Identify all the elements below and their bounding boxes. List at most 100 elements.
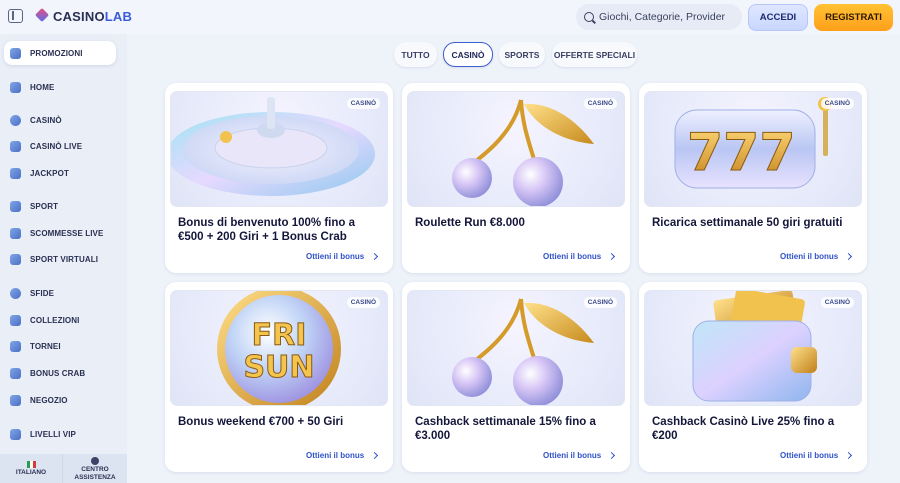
promo-title: Bonus weekend €700 + 50 Giri bbox=[178, 416, 344, 428]
promotions-icon bbox=[10, 47, 21, 59]
sidebar-item-label: JACKPOT bbox=[30, 168, 69, 178]
get-bonus-link[interactable]: Ottieni il bonus bbox=[780, 252, 853, 261]
sidebar-item-livelli-vip[interactable]: LIVELLI VIP bbox=[10, 426, 76, 442]
sidebar-item-label: NEGOZIO bbox=[30, 395, 68, 405]
language-label: ITALIANO bbox=[15, 469, 47, 476]
search-box[interactable] bbox=[576, 4, 742, 30]
help-center-button[interactable]: CENTRO ASSISTENZA bbox=[63, 454, 127, 483]
home-icon bbox=[10, 81, 21, 93]
search-icon bbox=[584, 12, 594, 22]
promo-card[interactable]: CASINÒ Roulette Run €8.000 Ottieni il bo… bbox=[402, 83, 630, 273]
sidebar-item-negozio[interactable]: NEGOZIO bbox=[10, 392, 68, 408]
sidebar-toggle-icon[interactable] bbox=[8, 9, 23, 23]
category-badge: CASINÒ bbox=[346, 98, 380, 109]
sidebar-item-label: SCOMMESSE LIVE bbox=[30, 228, 104, 238]
language-selector[interactable]: ITALIANO bbox=[0, 454, 63, 483]
sidebar-item-scommesse-live[interactable]: SCOMMESSE LIVE bbox=[10, 225, 103, 241]
casino-chip-icon bbox=[10, 114, 21, 126]
logo-text: CASINOLAB bbox=[53, 9, 132, 24]
jackpot-icon bbox=[10, 167, 21, 179]
search-input[interactable] bbox=[599, 11, 729, 23]
sidebar-item-label: PROMOZIONI bbox=[30, 48, 83, 58]
top-bar: CASINOLAB ACCEDI REGISTRATI bbox=[0, 0, 900, 34]
logo-accent: LAB bbox=[104, 8, 133, 24]
login-button[interactable]: ACCEDI bbox=[748, 4, 808, 31]
italy-flag-icon bbox=[26, 461, 36, 468]
get-bonus-link[interactable]: Ottieni il bonus bbox=[543, 252, 616, 261]
sidebar-item-sport[interactable]: SPORT bbox=[10, 198, 58, 214]
cherries-icon bbox=[452, 99, 594, 206]
help-label-1: CENTRO bbox=[81, 465, 109, 473]
promo-card[interactable]: FRI SUN CASINÒ Bonus weekend €700 + 50 G… bbox=[165, 282, 393, 472]
sidebar-item-promozioni[interactable]: PROMOZIONI bbox=[4, 41, 116, 65]
sidebar-item-casino[interactable]: CASINÒ bbox=[10, 112, 62, 128]
sidebar-item-label: BONUS CRAB bbox=[30, 368, 86, 378]
tab-casino[interactable]: CASINÒ bbox=[443, 42, 493, 67]
chevron-right-icon bbox=[845, 252, 853, 261]
category-badge: CASINÒ bbox=[820, 297, 854, 308]
slot-777-icon: 777 bbox=[674, 97, 832, 189]
get-bonus-label: Ottieni il bonus bbox=[780, 252, 839, 261]
help-label-2: ASSISTENZA bbox=[74, 473, 116, 481]
sidebar-item-label: SFIDE bbox=[30, 288, 55, 298]
collections-icon bbox=[10, 314, 21, 326]
tab-tutto[interactable]: TUTTO bbox=[394, 42, 437, 67]
sidebar-item-jackpot[interactable]: JACKPOT bbox=[10, 165, 69, 181]
live-bets-icon bbox=[10, 227, 21, 239]
virtual-sport-icon bbox=[10, 253, 21, 265]
promo-card[interactable]: CASINÒ Bonus di benvenuto 100% fino a €5… bbox=[165, 83, 393, 273]
chevron-right-icon bbox=[371, 252, 379, 261]
sidebar-item-sport-virtuali[interactable]: SPORT VIRTUALI bbox=[10, 251, 98, 267]
promo-title: Roulette Run €8.000 bbox=[415, 217, 525, 229]
coin-text-fri: FRI bbox=[252, 318, 307, 353]
get-bonus-link[interactable]: Ottieni il bonus bbox=[306, 451, 379, 460]
tab-offerte-speciali[interactable]: OFFERTE SPECIALI bbox=[552, 42, 637, 67]
logo-main: CASINO bbox=[53, 8, 105, 24]
category-badge: CASINÒ bbox=[346, 297, 380, 308]
get-bonus-link[interactable]: Ottieni il bonus bbox=[543, 451, 616, 460]
trophy-icon bbox=[10, 340, 21, 352]
sidebar-item-tornei[interactable]: TORNEI bbox=[10, 338, 61, 354]
promo-image: FRI SUN CASINÒ bbox=[170, 290, 388, 406]
roulette-wheel-icon bbox=[171, 97, 375, 196]
promo-title: Cashback settimanale 15% fino a €3.000 bbox=[415, 416, 596, 442]
chevron-right-icon bbox=[608, 252, 616, 261]
category-badge: CASINÒ bbox=[583, 297, 617, 308]
chevron-right-icon bbox=[608, 451, 616, 460]
promo-image: CASINÒ bbox=[407, 290, 625, 406]
sidebar-item-label: HOME bbox=[30, 82, 55, 92]
promo-card[interactable]: CASINÒ Cashback Casinò Live 25% fino a €… bbox=[639, 282, 867, 472]
category-badge: CASINÒ bbox=[820, 98, 854, 109]
sidebar-item-bonus-crab[interactable]: BONUS CRAB bbox=[10, 365, 85, 381]
promo-card[interactable]: 777 CASINÒ Ricarica settimanale 50 giri … bbox=[639, 83, 867, 273]
sidebar-item-label: SPORT bbox=[30, 201, 59, 211]
register-button[interactable]: REGISTRATI bbox=[814, 4, 893, 31]
promo-image: CASINÒ bbox=[170, 91, 388, 207]
get-bonus-label: Ottieni il bonus bbox=[543, 451, 602, 460]
promo-image: CASINÒ bbox=[644, 290, 862, 406]
sidebar-item-casino-live[interactable]: CASINÒ LIVE bbox=[10, 138, 82, 154]
logo[interactable]: CASINOLAB bbox=[34, 8, 132, 24]
cherries-icon bbox=[452, 298, 594, 405]
wallet-icon bbox=[692, 291, 817, 402]
promo-title: Bonus di benvenuto 100% fino a €500 + 20… bbox=[178, 217, 355, 243]
promo-title: Ricarica settimanale 50 giri gratuiti bbox=[652, 217, 843, 229]
sidebar-item-label: COLLEZIONI bbox=[30, 315, 80, 325]
sidebar-item-home[interactable]: HOME bbox=[10, 79, 54, 95]
get-bonus-label: Ottieni il bonus bbox=[780, 451, 839, 460]
promo-card[interactable]: CASINÒ Cashback settimanale 15% fino a €… bbox=[402, 282, 630, 472]
sidebar-item-sfide[interactable]: SFIDE bbox=[10, 285, 54, 301]
promo-title: Cashback Casinò Live 25% fino a €200 bbox=[652, 416, 835, 442]
tab-sports[interactable]: SPORTS bbox=[499, 42, 545, 67]
svg-text:777: 777 bbox=[687, 123, 796, 183]
live-casino-icon bbox=[10, 140, 21, 152]
promo-image: 777 CASINÒ bbox=[644, 91, 862, 207]
get-bonus-link[interactable]: Ottieni il bonus bbox=[306, 252, 379, 261]
logo-star-icon bbox=[34, 8, 50, 24]
category-badge: CASINÒ bbox=[583, 98, 617, 109]
sidebar-item-label: SPORT VIRTUALI bbox=[30, 254, 99, 264]
help-icon bbox=[91, 456, 99, 465]
get-bonus-link[interactable]: Ottieni il bonus bbox=[780, 451, 853, 460]
get-bonus-label: Ottieni il bonus bbox=[306, 252, 365, 261]
sidebar-item-collezioni[interactable]: COLLEZIONI bbox=[10, 312, 79, 328]
